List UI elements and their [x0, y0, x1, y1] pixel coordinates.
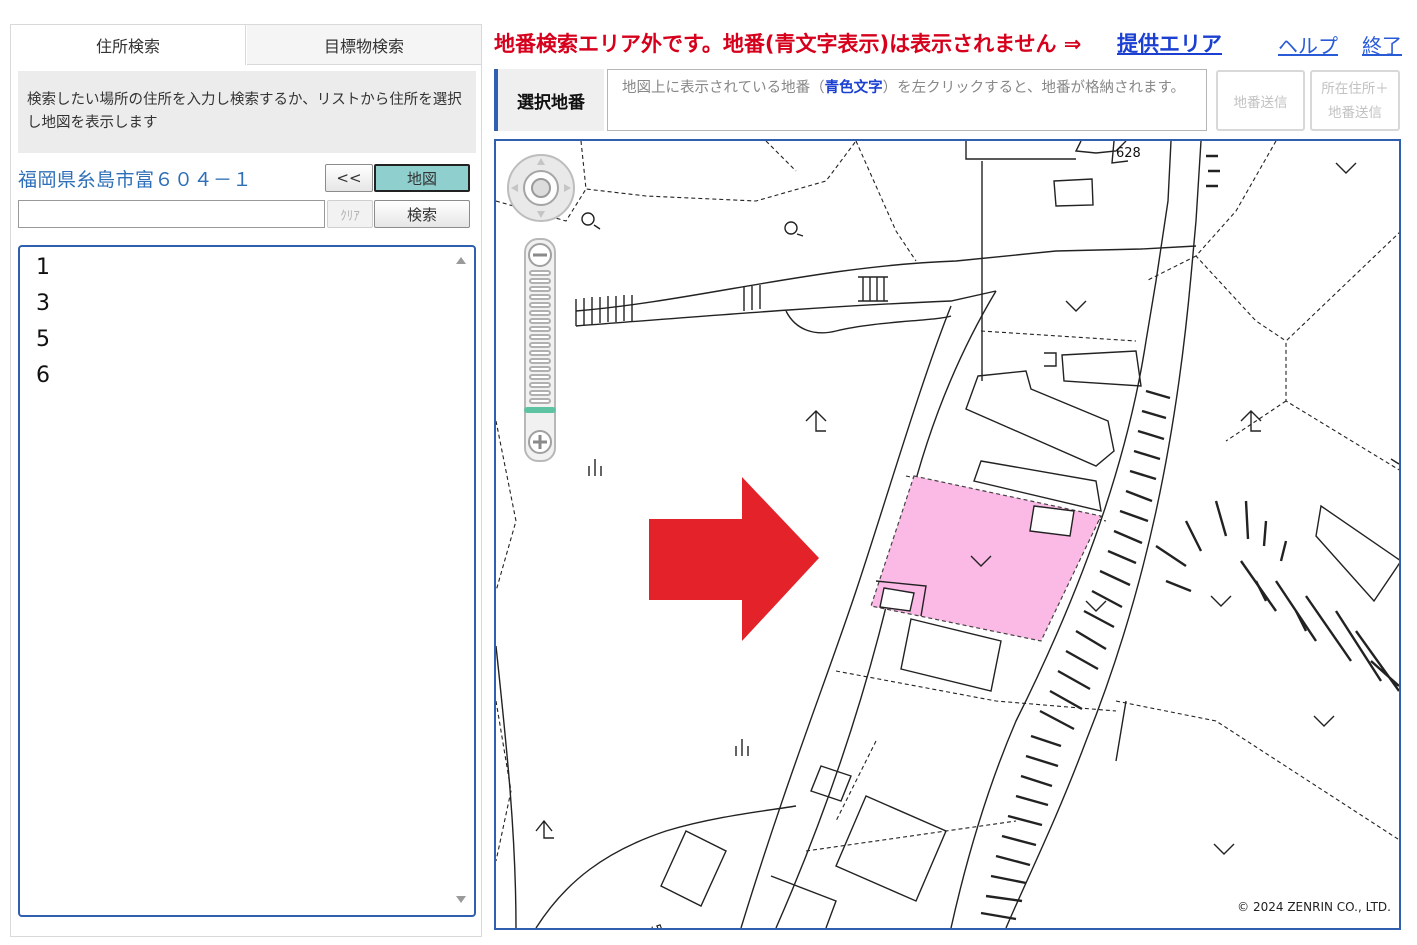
- parcel-hint-blue-text: 青色文字: [824, 80, 883, 96]
- send-address-label-line1: 所在住所＋: [1321, 80, 1389, 97]
- zoom-handle: [524, 407, 556, 413]
- tab-address-search[interactable]: 住所検索: [11, 25, 246, 65]
- list-item[interactable]: 5: [36, 327, 50, 352]
- selected-address: 福岡県糸島市富６０４－１: [18, 169, 253, 191]
- parcel-hint-text-end: ）を左クリックすると、地番が格納されます。: [882, 80, 1186, 96]
- back-button[interactable]: <<: [325, 164, 373, 192]
- provide-area-link[interactable]: 提供エリア: [1117, 28, 1222, 58]
- selected-parcel-field[interactable]: 地図上に表示されている地番（青色文字）を左クリックすると、地番が格納されます。: [607, 69, 1207, 131]
- map-button[interactable]: 地図: [374, 164, 470, 192]
- scroll-down-arrow-icon[interactable]: [456, 896, 466, 903]
- out-of-area-warning: 地番検索エリア外です。地番(青文字表示)は表示されません ⇒: [494, 32, 1082, 56]
- selected-parcel-label: 選択地番: [494, 69, 604, 131]
- map-canvas[interactable]: 628 584: [496, 141, 1399, 928]
- parcel-number-label[interactable]: 584: [647, 922, 670, 928]
- send-address-label-line2: 地番送信: [1328, 104, 1382, 121]
- help-link[interactable]: ヘルプ: [1278, 30, 1338, 59]
- map-view[interactable]: 628 584: [494, 139, 1401, 930]
- search-input[interactable]: [18, 200, 325, 228]
- list-item[interactable]: 6: [36, 363, 50, 388]
- send-address-parcel-button[interactable]: 所在住所＋ 地番送信: [1310, 70, 1400, 131]
- left-panel: 住所検索 目標物検索 検索したい場所の住所を入力し検索するか、リストから住所を選…: [10, 24, 482, 937]
- search-button[interactable]: 検索: [374, 200, 470, 228]
- parcel-hint-text: 地図上に表示されている地番（: [622, 80, 825, 96]
- list-item[interactable]: 1: [36, 255, 50, 280]
- parcel-number-label[interactable]: 628: [1116, 146, 1141, 161]
- list-item[interactable]: 3: [36, 291, 50, 316]
- scroll-up-arrow-icon[interactable]: [456, 257, 466, 264]
- instructions-text: 検索したい場所の住所を入力し検索するか、リストから住所を選択し地図を表示します: [18, 71, 476, 153]
- tab-landmark-search[interactable]: 目標物検索: [247, 25, 481, 65]
- location-arrow-icon: [649, 477, 819, 641]
- search-tabs: 住所検索 目標物検索: [11, 25, 481, 65]
- zoom-slider[interactable]: [522, 237, 558, 463]
- pan-control-icon[interactable]: [506, 153, 576, 223]
- result-list[interactable]: 1 3 5 6: [18, 245, 476, 917]
- send-parcel-button[interactable]: 地番送信: [1216, 70, 1305, 131]
- map-copyright: © 2024 ZENRIN CO., LTD.: [1237, 900, 1391, 914]
- clear-button[interactable]: ｸﾘｱ: [327, 200, 373, 228]
- end-link[interactable]: 終了: [1362, 30, 1402, 59]
